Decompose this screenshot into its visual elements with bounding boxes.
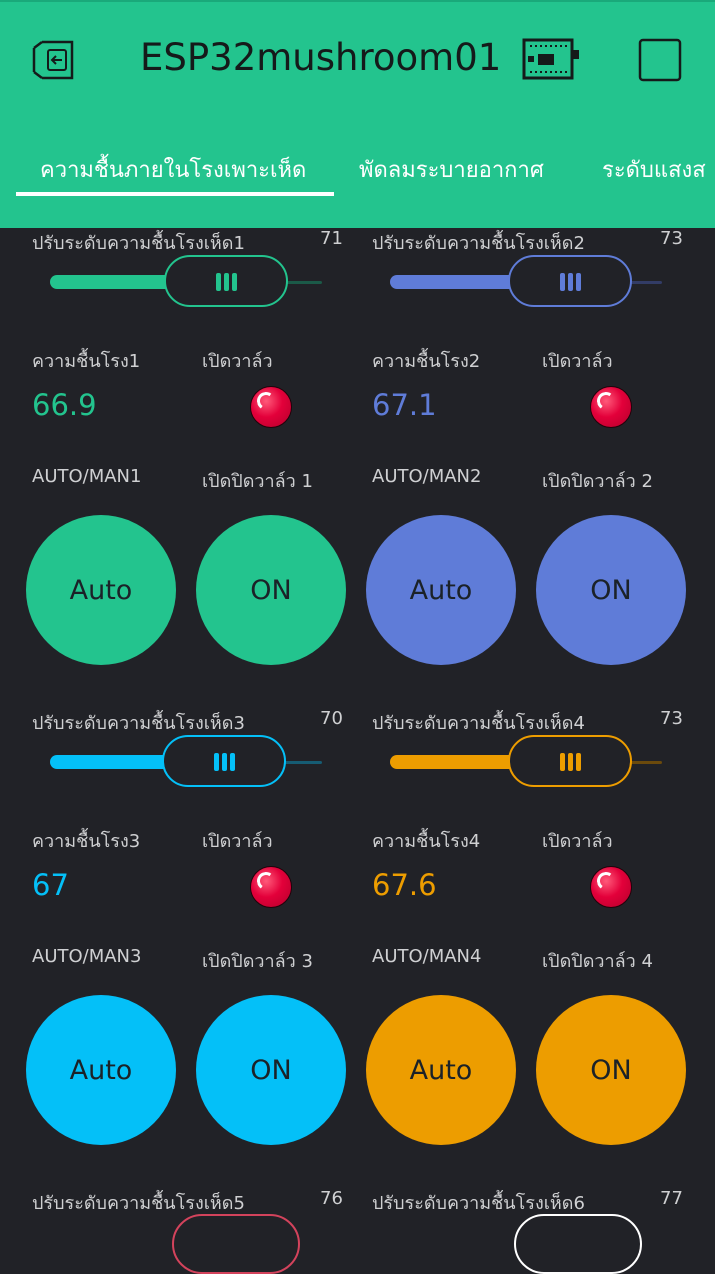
slider-thumb-1[interactable] bbox=[164, 255, 288, 307]
slider-label-2: ปรับระดับความชื้นโรงเห็ด2 bbox=[372, 233, 585, 254]
display-label-4: ความชื้นโรง4 bbox=[372, 831, 481, 852]
slider-value-3: 70 bbox=[320, 708, 343, 729]
slider-value-6: 77 bbox=[660, 1188, 683, 1209]
mode-label-4: AUTO/MAN4 bbox=[372, 946, 482, 967]
exit-icon[interactable] bbox=[28, 38, 78, 82]
tab-humidity[interactable]: ความชื้นภายในโรงเพาะเห็ด bbox=[40, 152, 306, 187]
display-value-1: 66.9 bbox=[32, 388, 97, 422]
app-header: ESP32mushroom01 ความชื้นภายในโรงเพาะเห็ด… bbox=[0, 0, 715, 228]
led-label-2: เปิดวาล์ว bbox=[542, 351, 613, 372]
tab-light[interactable]: ระดับแสงส bbox=[602, 152, 706, 187]
slider-fill-2 bbox=[390, 275, 520, 289]
valve-button-3[interactable]: ON bbox=[196, 995, 346, 1145]
auto-man-button-4[interactable]: Auto bbox=[366, 995, 516, 1145]
valve-button-4[interactable]: ON bbox=[536, 995, 686, 1145]
slider-thumb-2[interactable] bbox=[508, 255, 632, 307]
led-label-3: เปิดวาล์ว bbox=[202, 831, 273, 852]
auto-man-button-2[interactable]: Auto bbox=[366, 515, 516, 665]
valve-label-2: เปิดปิดวาล์ว 2 bbox=[542, 471, 653, 492]
slider-label-6: ปรับระดับความชื้นโรงเห็ด6 bbox=[372, 1193, 585, 1214]
slider-fill-1 bbox=[50, 275, 180, 289]
led-label-1: เปิดวาล์ว bbox=[202, 351, 273, 372]
valve-label-4: เปิดปิดวาล์ว 4 bbox=[542, 951, 653, 972]
slider-rest-3 bbox=[280, 761, 322, 764]
display-value-4: 67.6 bbox=[372, 868, 437, 902]
display-label-2: ความชื้นโรง2 bbox=[372, 351, 481, 372]
display-label-3: ความชื้นโรง3 bbox=[32, 831, 141, 852]
slider-fill-4 bbox=[390, 755, 520, 769]
mode-label-1: AUTO/MAN1 bbox=[32, 466, 142, 487]
display-value-2: 67.1 bbox=[372, 388, 437, 422]
slider-value-5: 76 bbox=[320, 1188, 343, 1209]
led-indicator-1 bbox=[250, 386, 292, 428]
slider-thumb-5[interactable] bbox=[172, 1214, 300, 1274]
led-indicator-2 bbox=[590, 386, 632, 428]
led-label-4: เปิดวาล์ว bbox=[542, 831, 613, 852]
board-icon[interactable] bbox=[522, 38, 580, 80]
slider-value-2: 73 bbox=[660, 228, 683, 249]
square-icon[interactable] bbox=[638, 38, 682, 82]
slider-value-4: 73 bbox=[660, 708, 683, 729]
slider-label-3: ปรับระดับความชื้นโรงเห็ด3 bbox=[32, 713, 245, 734]
display-value-3: 67 bbox=[32, 868, 69, 902]
slider-thumb-4[interactable] bbox=[508, 735, 632, 787]
valve-button-2[interactable]: ON bbox=[536, 515, 686, 665]
valve-label-3: เปิดปิดวาล์ว 3 bbox=[202, 951, 313, 972]
slider-fill-3 bbox=[50, 755, 178, 769]
mode-label-2: AUTO/MAN2 bbox=[372, 466, 482, 487]
slider-thumb-6[interactable] bbox=[514, 1214, 642, 1274]
auto-man-button-3[interactable]: Auto bbox=[26, 995, 176, 1145]
slider-label-4: ปรับระดับความชื้นโรงเห็ด4 bbox=[372, 713, 585, 734]
auto-man-button-1[interactable]: Auto bbox=[26, 515, 176, 665]
app-title: ESP32mushroom01 bbox=[140, 36, 502, 79]
led-indicator-4 bbox=[590, 866, 632, 908]
active-tab-indicator bbox=[16, 192, 334, 196]
slider-label-1: ปรับระดับความชื้นโรงเห็ด1 bbox=[32, 233, 245, 254]
slider-thumb-3[interactable] bbox=[162, 735, 286, 787]
slider-value-1: 71 bbox=[320, 228, 343, 249]
tab-fan[interactable]: พัดลมระบายอากาศ bbox=[359, 152, 544, 187]
led-indicator-3 bbox=[250, 866, 292, 908]
mode-label-3: AUTO/MAN3 bbox=[32, 946, 142, 967]
valve-label-1: เปิดปิดวาล์ว 1 bbox=[202, 471, 313, 492]
display-label-1: ความชื้นโรง1 bbox=[32, 351, 141, 372]
slider-label-5: ปรับระดับความชื้นโรงเห็ด5 bbox=[32, 1193, 245, 1214]
valve-button-1[interactable]: ON bbox=[196, 515, 346, 665]
